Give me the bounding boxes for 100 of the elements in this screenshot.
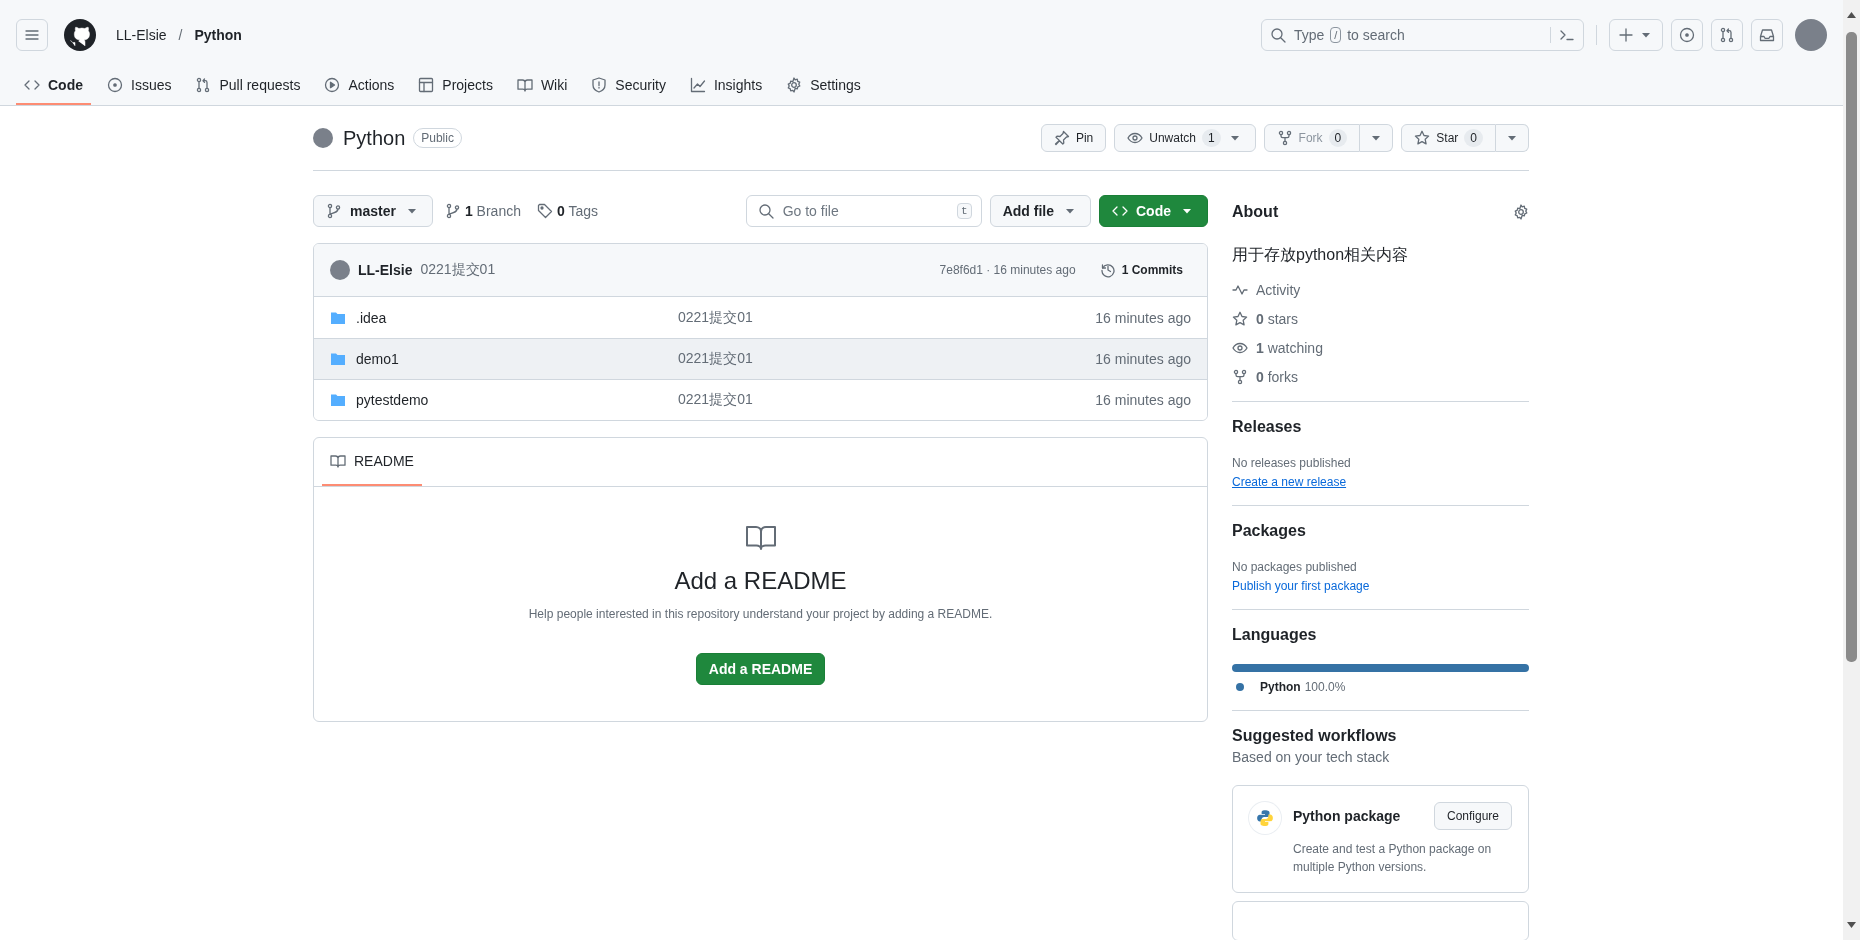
star-icon	[1414, 130, 1431, 146]
logo-icon[interactable]	[64, 19, 96, 51]
star-icon	[1232, 311, 1248, 327]
pin-icon	[1053, 130, 1070, 146]
pin-button[interactable]: Pin	[1040, 124, 1107, 152]
circle-dot-icon	[107, 76, 123, 93]
folder-icon	[330, 351, 346, 367]
add-file-button[interactable]: Add file	[989, 195, 1091, 227]
file-link[interactable]: pytestdemo	[356, 392, 429, 408]
commit-message[interactable]: 0221提交01	[420, 261, 496, 279]
section-heading: About	[1232, 203, 1279, 221]
repo-tab[interactable]: Actions	[316, 66, 403, 105]
timestamp: 16 minutes ago	[1095, 309, 1191, 326]
issues-button[interactable]	[1671, 19, 1703, 51]
commit-message[interactable]: 0221提交01	[678, 308, 753, 325]
eye-icon	[1232, 340, 1248, 356]
workflow-description: Create and test a Python package on multiple Python versions.	[1293, 841, 1493, 876]
branches-link[interactable]: 1 Branch	[440, 203, 525, 219]
tag-icon	[536, 203, 553, 219]
star-button[interactable]: Star 0	[1401, 124, 1496, 152]
create-link[interactable]: Create a new release	[1232, 475, 1347, 489]
graph-icon	[689, 76, 706, 93]
repo-description: 用于存放python相关内容	[1232, 245, 1410, 265]
configure-button[interactable]: Configure	[1433, 802, 1512, 830]
commit-message[interactable]: 0221提交01	[678, 391, 753, 407]
add-readme-button[interactable]: Add a README	[695, 653, 826, 685]
readme-heading: Add a README	[674, 567, 847, 595]
eye-icon	[1127, 130, 1144, 146]
commit-meta[interactable]: 7e8f6d1 · 16 minutes ago	[939, 263, 1076, 277]
tags-link[interactable]: 0 Tags	[532, 203, 602, 219]
section-heading: Packages	[1232, 522, 1307, 540]
commit-count-link[interactable]: 1 Commits	[1091, 262, 1191, 278]
search-icon	[1270, 27, 1286, 43]
stat-link[interactable]: Activity	[1232, 282, 1529, 298]
pull-requests-button[interactable]	[1711, 19, 1743, 51]
counter-badge: 0	[1328, 129, 1348, 147]
inbox-icon	[1759, 27, 1775, 43]
section-heading: Languages	[1232, 626, 1318, 644]
avatar[interactable]	[1795, 19, 1827, 51]
section-subtitle: Based on your tech stack	[1232, 749, 1391, 765]
file-link[interactable]: .idea	[356, 309, 387, 326]
table-icon	[418, 76, 435, 93]
repo-tab[interactable]: Insights	[681, 66, 771, 105]
create-link[interactable]: Publish your first package	[1232, 579, 1370, 593]
author-link[interactable]: LL-Elsie	[358, 262, 413, 278]
code-button[interactable]: Code	[1099, 195, 1208, 227]
pull-request-icon	[195, 76, 212, 93]
empty-note: No packages published	[1232, 560, 1358, 574]
workflow-title: Python package	[1293, 808, 1401, 824]
stat-link[interactable]: 0 forks	[1232, 369, 1529, 385]
gear-icon	[786, 76, 803, 93]
menu-button[interactable]	[16, 19, 48, 51]
branch-icon	[444, 203, 461, 219]
repo-tab[interactable]: Pull requests	[187, 66, 309, 105]
language-name[interactable]: Python	[1260, 680, 1301, 694]
repo-tab[interactable]: Wiki	[508, 66, 576, 105]
plus-icon	[1618, 27, 1634, 43]
circle-dot-icon	[1679, 27, 1695, 43]
search-icon	[757, 203, 774, 219]
repo-title: Python	[343, 126, 406, 150]
repo-link[interactable]: Python	[190, 25, 246, 45]
scrollbar-drawing[interactable]	[1843, 0, 1860, 940]
watch-button[interactable]: Unwatch 1	[1114, 124, 1256, 152]
repo-tab[interactable]: Settings	[778, 66, 869, 105]
readme-description: Help people interested in this repository understand your project by adding a README.	[528, 607, 993, 621]
pull-request-icon	[1719, 27, 1735, 43]
owner-link[interactable]: LL-Elsie	[112, 25, 171, 45]
inbox-button[interactable]	[1751, 19, 1783, 51]
readme-tab[interactable]: README	[322, 438, 422, 486]
language-percent: 100.0%	[1304, 680, 1346, 694]
stat-link[interactable]: 1 watching	[1232, 340, 1529, 356]
empty-note: No releases published	[1232, 456, 1352, 470]
create-button[interactable]	[1609, 19, 1663, 51]
dropdown-button[interactable]	[1496, 124, 1529, 152]
counter-badge: 1	[1201, 129, 1221, 147]
commit-message[interactable]: 0221提交01	[678, 350, 753, 366]
repo-tab[interactable]: Projects	[410, 66, 501, 105]
repo-tab[interactable]: Security	[583, 66, 674, 105]
branch-icon	[326, 203, 342, 219]
search-field[interactable]: Type / to search	[1261, 19, 1584, 51]
fork-icon	[1276, 130, 1293, 146]
repo-tab[interactable]: Code	[16, 66, 91, 105]
avatar	[313, 128, 333, 148]
settings-button[interactable]	[1513, 204, 1529, 220]
shield-icon	[591, 76, 608, 93]
branch-select[interactable]: master	[313, 195, 433, 227]
repo-tab[interactable]: Issues	[99, 66, 180, 105]
book-icon	[516, 76, 533, 93]
dropdown-button[interactable]	[1360, 124, 1394, 152]
timestamp: 16 minutes ago	[1095, 351, 1191, 367]
fork-icon	[1232, 369, 1248, 385]
section-heading: Suggested workflows	[1232, 727, 1398, 745]
stat-link[interactable]: 0 stars	[1232, 311, 1529, 327]
play-icon	[324, 76, 341, 93]
history-icon	[1099, 262, 1116, 278]
menu-icon	[24, 27, 40, 43]
folder-icon	[330, 392, 346, 408]
avatar	[330, 260, 350, 280]
book-icon	[330, 453, 346, 469]
file-link[interactable]: demo1	[356, 351, 399, 367]
